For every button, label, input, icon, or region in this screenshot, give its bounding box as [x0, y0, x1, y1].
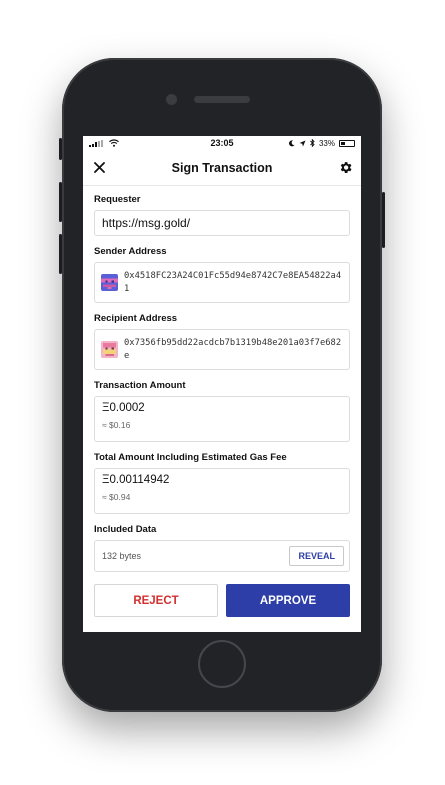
page-title: Sign Transaction — [171, 160, 273, 175]
sender-address-field: 0x4518FC23A24C01Fc55d94e8742C7e8EA54822a… — [94, 262, 350, 303]
total-amount-label: Total Amount Including Estimated Gas Fee — [94, 452, 287, 463]
action-bar: REJECT APPROVE — [94, 584, 350, 617]
front-camera — [166, 94, 177, 105]
requester-field: https://msg.gold/ — [94, 210, 350, 236]
recipient-avatar — [101, 341, 118, 358]
transaction-form: Requester https://msg.gold/ Sender Addre… — [83, 186, 361, 617]
total-amount-field: Ξ0.00114942 ≈ $0.94 — [94, 468, 350, 514]
volume-down-button — [59, 234, 62, 274]
status-bar: 23:05 33% — [83, 136, 361, 150]
battery-icon — [339, 139, 355, 147]
bluetooth-icon — [310, 139, 315, 147]
reject-button[interactable]: REJECT — [94, 584, 218, 617]
battery-percent: 33% — [318, 138, 335, 148]
transaction-amount-eth: Ξ0.0002 — [102, 402, 145, 414]
transaction-amount-label: Transaction Amount — [94, 380, 186, 391]
sender-address: 0x4518FC23A24C01Fc55d94e8742C7e8EA54822a… — [124, 270, 342, 294]
recipient-address: 0x7356fb95dd22acdcb7b1319b48e201a03f7e68… — [124, 337, 342, 361]
power-button — [382, 192, 385, 248]
approve-button[interactable]: APPROVE — [226, 584, 350, 617]
signal-icon — [89, 139, 103, 147]
transaction-amount-usd: ≈ $0.16 — [102, 420, 131, 430]
wifi-icon — [109, 139, 119, 147]
reveal-button[interactable]: REVEAL — [289, 546, 344, 566]
mute-switch — [59, 138, 62, 160]
included-data-field: 132 bytes REVEAL — [94, 540, 350, 572]
transaction-amount-field: Ξ0.0002 ≈ $0.16 — [94, 396, 350, 442]
app-header: Sign Transaction — [83, 150, 361, 186]
included-data-size: 132 bytes — [102, 551, 142, 561]
requester-value: https://msg.gold/ — [102, 216, 191, 230]
earpiece-speaker — [194, 96, 250, 103]
home-button[interactable] — [198, 640, 246, 688]
close-icon[interactable] — [91, 160, 107, 176]
total-amount-eth: Ξ0.00114942 — [102, 474, 170, 486]
recipient-address-field: 0x7356fb95dd22acdcb7b1319b48e201a03f7e68… — [94, 329, 350, 370]
recipient-label: Recipient Address — [94, 313, 178, 324]
included-data-label: Included Data — [94, 524, 157, 535]
location-icon — [299, 140, 306, 146]
phone-screen: 23:05 33% Sign Transaction Requester htt… — [83, 136, 361, 632]
phone-frame: 23:05 33% Sign Transaction Requester htt… — [59, 58, 385, 712]
gear-icon[interactable] — [337, 160, 353, 176]
moon-icon — [288, 139, 295, 146]
requester-label: Requester — [94, 194, 141, 205]
sender-label: Sender Address — [94, 246, 167, 257]
total-amount-usd: ≈ $0.94 — [102, 492, 131, 502]
sender-avatar — [101, 274, 118, 291]
volume-up-button — [59, 182, 62, 222]
